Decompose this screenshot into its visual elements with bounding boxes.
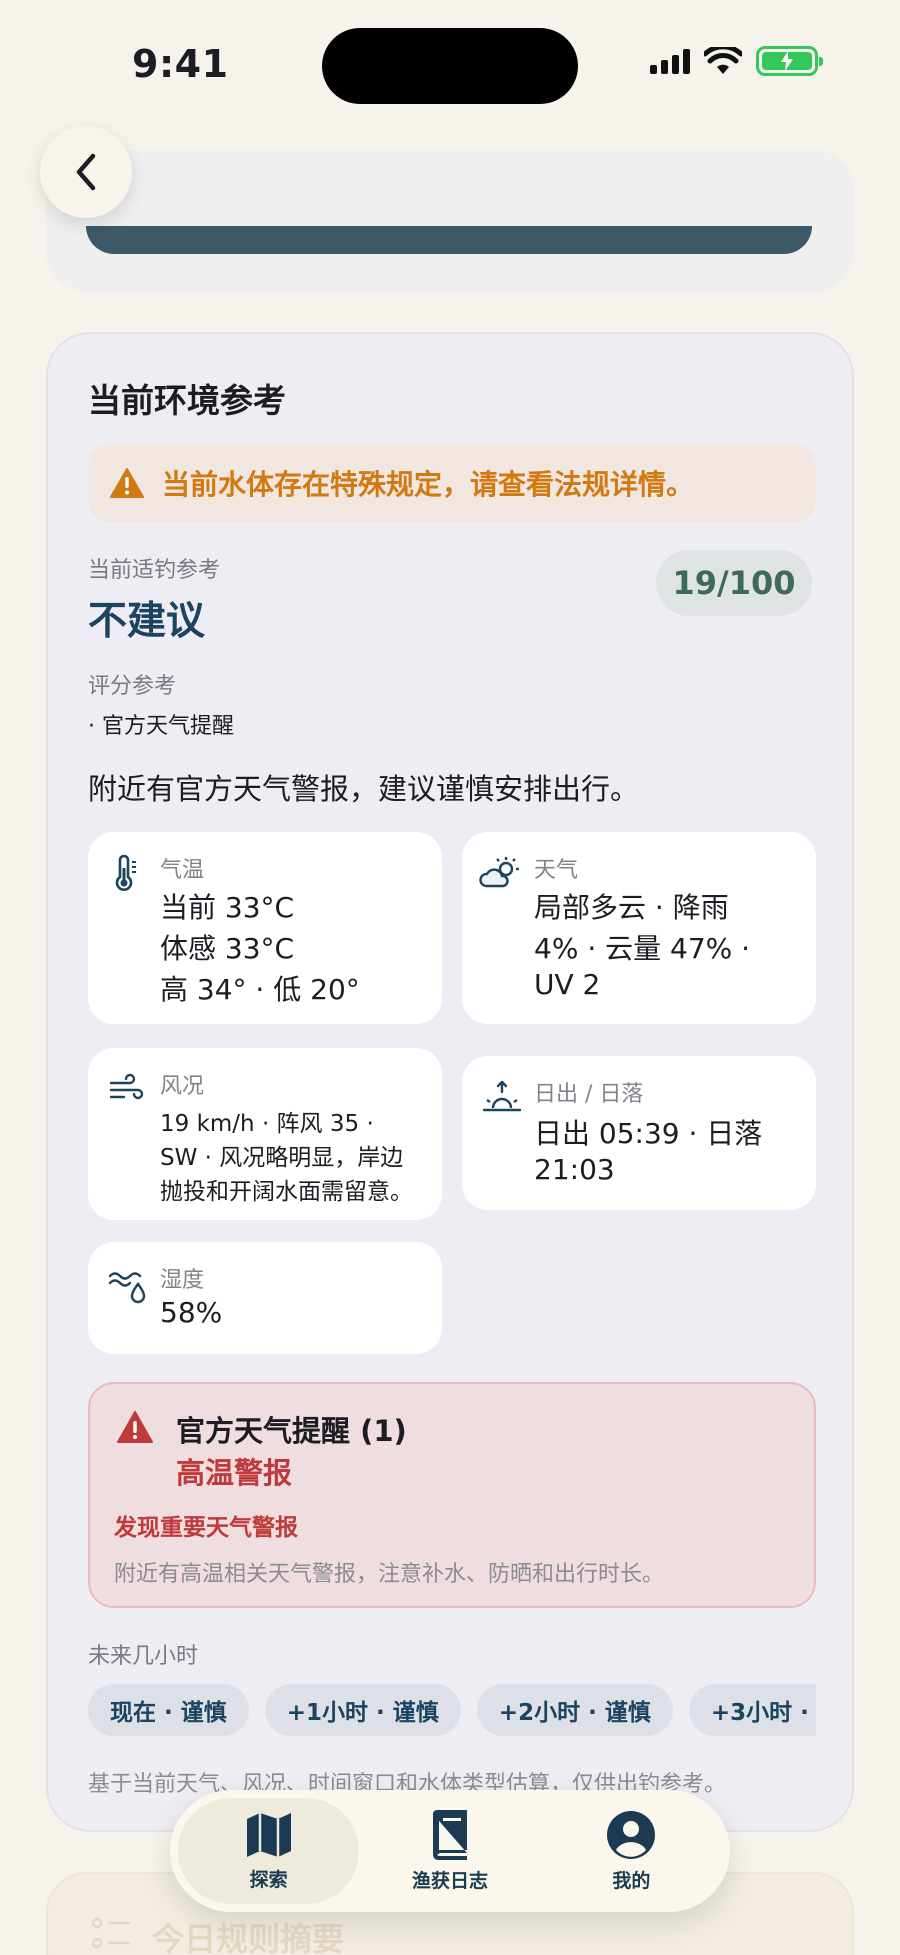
alert-found-text: 发现重要天气警报 xyxy=(114,1515,298,1541)
tab-bar: 探索 渔获日志 我的 xyxy=(170,1790,730,1912)
weather-label: 天气 xyxy=(534,858,579,883)
weather-alert-card[interactable]: 官方天气提醒 (1) 高温警报 发现重要天气警报 附近有高温相关天气警报，注意补… xyxy=(88,1382,816,1608)
sunrise-line-2: 21:03 xyxy=(534,1153,615,1186)
tab-profile[interactable]: 我的 xyxy=(541,1798,722,1904)
hour-chip-plus1[interactable]: +1小时 · 谨慎 xyxy=(264,1684,461,1736)
tab-catch-log-label: 渔获日志 xyxy=(411,1869,488,1892)
wind-tile: 风况 19 km/h · 阵风 35 · SW · 风况略明显，岸边 抛投和开阔… xyxy=(88,1048,442,1220)
rules-summary-title: 今日规则摘要 xyxy=(152,1920,345,1955)
temperature-current: 当前 33°C xyxy=(160,891,295,924)
environment-card: 当前环境参考 当前水体存在特殊规定，请查看法规详情。 当前适钓参考 不建议 19… xyxy=(46,332,854,1832)
battery-charging-icon xyxy=(756,46,823,76)
humidity-icon xyxy=(108,1272,146,1304)
previous-card xyxy=(46,150,854,292)
humidity-value: 58% xyxy=(160,1296,223,1329)
previous-card-button[interactable] xyxy=(86,226,812,254)
book-icon xyxy=(432,1809,467,1860)
sunrise-sunset-tile: 日出 / 日落 日出 05:39 · 日落 21:03 xyxy=(462,1056,816,1210)
basis-item: · 官方天气提醒 xyxy=(88,714,234,739)
wind-label: 风况 xyxy=(160,1074,205,1099)
summary-text: 附近有官方天气警报，建议谨慎安排出行。 xyxy=(88,772,640,806)
wind-line-2: SW · 风况略明显，岸边 xyxy=(160,1145,404,1171)
wind-icon xyxy=(109,1073,144,1100)
weather-line-1: 局部多云 · 降雨 xyxy=(534,891,729,924)
tab-catch-log[interactable]: 渔获日志 xyxy=(359,1798,540,1904)
tab-explore-label: 探索 xyxy=(249,1868,288,1891)
suitability-label: 当前适钓参考 xyxy=(88,558,221,583)
alert-subtitle: 高温警报 xyxy=(176,1456,293,1490)
map-icon xyxy=(246,1812,291,1857)
hours-label: 未来几小时 xyxy=(88,1644,199,1669)
alert-icon xyxy=(117,1411,153,1443)
status-time: 9:41 xyxy=(132,42,229,86)
humidity-tile: 湿度 58% xyxy=(88,1242,442,1354)
regulation-warning-banner[interactable]: 当前水体存在特殊规定，请查看法规详情。 xyxy=(88,444,816,522)
tab-explore[interactable]: 探索 xyxy=(178,1798,360,1904)
tab-profile-label: 我的 xyxy=(612,1869,651,1892)
hour-chip-plus3[interactable]: +3小时 · 谨慎 xyxy=(688,1684,816,1736)
score-badge: 19/100 xyxy=(656,550,812,616)
basis-label: 评分参考 xyxy=(88,674,177,699)
chevron-left-icon xyxy=(76,153,96,191)
temperature-feels-like: 体感 33°C xyxy=(160,932,295,965)
hour-chip-plus2[interactable]: +2小时 · 谨慎 xyxy=(476,1684,673,1736)
alert-title: 官方天气提醒 (1) xyxy=(176,1414,407,1448)
temperature-high-low: 高 34° · 低 20° xyxy=(160,973,360,1006)
suitability-value: 不建议 xyxy=(88,599,206,644)
dynamic-island xyxy=(322,28,578,104)
sunrise-label: 日出 / 日落 xyxy=(534,1082,644,1107)
wifi-icon xyxy=(704,47,742,74)
hour-chip-now[interactable]: 现在 · 谨慎 xyxy=(88,1684,249,1736)
sunrise-icon xyxy=(482,1080,522,1112)
wind-line-3: 抛投和开阔水面需留意。 xyxy=(160,1179,413,1205)
sunrise-line-1: 日出 05:39 · 日落 xyxy=(534,1117,763,1150)
profile-icon xyxy=(607,1810,656,1859)
alert-description: 附近有高温相关天气警报，注意补水、防晒和出行时长。 xyxy=(114,1562,665,1587)
warning-text: 当前水体存在特殊规定，请查看法规详情。 xyxy=(162,468,695,501)
wind-line-1: 19 km/h · 阵风 35 · xyxy=(160,1111,374,1137)
cellular-signal-icon xyxy=(650,48,690,74)
warning-icon xyxy=(110,468,144,498)
status-icons xyxy=(650,46,823,76)
section-title: 当前环境参考 xyxy=(88,381,286,420)
hours-scroller[interactable]: 现在 · 谨慎 +1小时 · 谨慎 +2小时 · 谨慎 +3小时 · 谨慎 xyxy=(88,1684,816,1736)
weather-line-3: UV 2 xyxy=(534,968,601,1001)
partly-cloudy-icon xyxy=(479,857,519,888)
thermometer-icon xyxy=(115,854,136,891)
status-bar: 9:41 xyxy=(0,0,900,130)
back-button[interactable] xyxy=(40,126,132,218)
checklist-icon xyxy=(92,1917,130,1949)
humidity-label: 湿度 xyxy=(160,1268,205,1293)
weather-line-2: 4% · 云量 47% · xyxy=(534,932,751,965)
temperature-label: 气温 xyxy=(160,858,205,883)
weather-tile: 天气 局部多云 · 降雨 4% · 云量 47% · UV 2 xyxy=(462,832,816,1024)
temperature-tile: 气温 当前 33°C 体感 33°C 高 34° · 低 20° xyxy=(88,832,442,1024)
